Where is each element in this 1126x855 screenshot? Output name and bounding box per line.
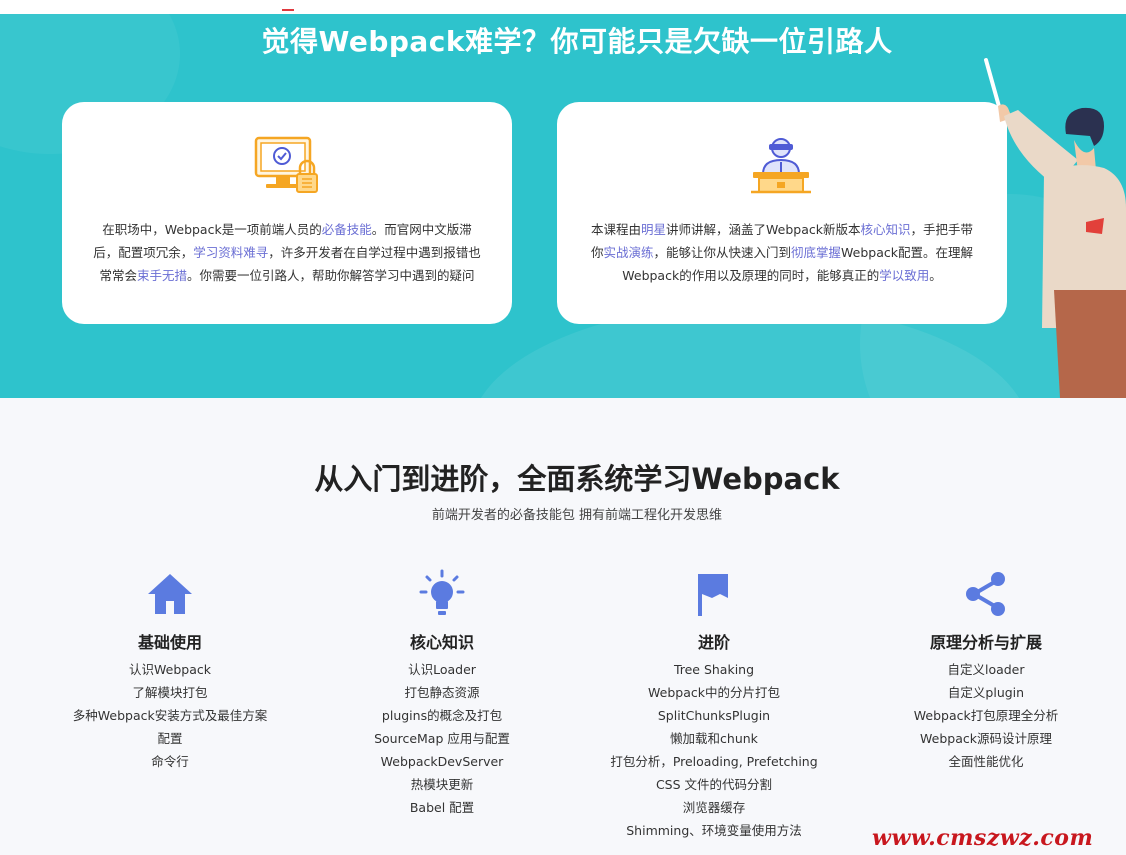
topic-item: 热模块更新 <box>410 777 474 792</box>
topic-item: 配置 <box>157 731 183 746</box>
top-bar <box>0 0 1126 14</box>
share-icon <box>966 572 1005 616</box>
home-icon <box>148 574 192 614</box>
topic-item: WebpackDevServer <box>380 754 504 769</box>
topic-list: Tree Shaking Webpack中的分片打包 SplitChunksPlug… <box>589 658 839 842</box>
topic-item: Webpack源码设计原理 <box>920 731 1052 746</box>
topic-item: 命令行 <box>151 754 189 769</box>
computer-lock-icon <box>254 136 318 193</box>
topic-item: 多种Webpack安装方式及最佳方案 <box>72 708 268 723</box>
body-text: 在职场中，Webpack是一项前端人员的 <box>102 222 322 237</box>
body-text: 本课程由 <box>590 222 641 237</box>
topic-item: Shimming、环境变量使用方法 <box>626 823 802 838</box>
column-title: 进阶 <box>697 633 730 652</box>
hero-title: 觉得Webpack难学？你可能只是欠缺一位引路人 <box>261 25 893 58</box>
topic-item: 全面性能优化 <box>948 754 1024 769</box>
topic-item: 认识Loader <box>408 662 476 677</box>
column-title: 核心知识 <box>409 633 474 652</box>
highlight-text: 明星 <box>641 222 667 237</box>
active-nav-indicator <box>282 9 294 11</box>
site-watermark: www.cmszwz.com <box>872 825 1094 851</box>
pain-point-text: 在职场中，Webpack是一项前端人员的必备技能。而官网中文版滞后，配置项冗余，… <box>90 218 484 287</box>
topic-item: plugins的概念及打包 <box>381 708 503 723</box>
lightbulb-icon <box>419 569 465 615</box>
body-text: 。 <box>929 268 942 283</box>
topic-item: SplitChunksPlugin <box>657 708 771 723</box>
body-text: 。你需要一位引路人，帮助你解答学习中遇到的疑问 <box>187 268 475 283</box>
topic-item: 自定义loader <box>947 662 1025 677</box>
topic-list: 自定义loader 自定义plugin Webpack打包原理全分析 Webpack源… <box>861 658 1111 773</box>
topic-item: 自定义plugin <box>947 685 1025 700</box>
highlight-text: 核心知识 <box>860 222 911 237</box>
curriculum-column-core: 核心知识 认识Loader 打包静态资源 plugins的概念及打包 SourceMa… <box>317 568 567 819</box>
curriculum-column-advanced: 进阶 Tree Shaking Webpack中的分片打包 SplitChunksP… <box>589 568 839 842</box>
topic-item: 浏览器缓存 <box>682 800 746 815</box>
topic-item: Webpack打包原理全分析 <box>913 708 1059 723</box>
topic-item: Tree Shaking <box>673 662 755 677</box>
column-title: 原理分析与扩展 <box>929 633 1042 652</box>
lecturer-podium-icon <box>751 138 811 194</box>
course-intro-text: 本课程由明星讲师讲解，涵盖了Webpack新版本核心知识，手把手带你实战演练，能… <box>585 218 979 287</box>
column-title: 基础使用 <box>137 633 202 652</box>
pain-point-card: 在职场中，Webpack是一项前端人员的必备技能。而官网中文版滞后，配置项冗余，… <box>62 102 512 324</box>
topic-item: SourceMap 应用与配置 <box>374 731 510 746</box>
course-intro-card: 本课程由明星讲师讲解，涵盖了Webpack新版本核心知识，手把手带你实战演练，能… <box>557 102 1007 324</box>
topic-item: 打包静态资源 <box>404 685 480 700</box>
body-text: ，能够让你从快速入门到 <box>653 245 792 260</box>
section-title: 从入门到进阶，全面系统学习Webpack <box>314 462 840 496</box>
highlight-text: 必备技能 <box>321 222 372 237</box>
hero-section: 觉得Webpack难学？你可能只是欠缺一位引路人 在职场中，Webpack是一项… <box>0 14 1126 398</box>
curriculum-column-principles: 原理分析与扩展 自定义loader 自定义plugin Webpack打包原理全分析… <box>861 568 1111 773</box>
topic-list: 认识Loader 打包静态资源 plugins的概念及打包 SourceMap 应用与… <box>317 658 567 819</box>
topic-list: 认识Webpack 了解模块打包多种Webpack安装方式及最佳方案 配置命令行 <box>45 658 295 773</box>
highlight-text: 实战演练 <box>603 245 654 260</box>
curriculum-column-basics: 基础使用 认识Webpack 了解模块打包多种Webpack安装方式及最佳方案 配置… <box>45 568 295 773</box>
topic-item: CSS 文件的代码分割 <box>655 777 773 792</box>
topic-item: 懒加载和chunk <box>670 731 758 746</box>
teacher-illustration <box>984 58 1126 398</box>
highlight-text: 学以致用 <box>879 268 930 283</box>
highlight-text: 束手无措 <box>136 268 187 283</box>
topic-item: Webpack中的分片打包 <box>648 685 780 700</box>
topic-item: 打包分析，Preloading, Prefetching <box>610 754 818 769</box>
flag-icon <box>698 574 728 616</box>
topic-item: 认识Webpack <box>129 662 211 677</box>
highlight-text: 学习资料难寻 <box>193 245 269 260</box>
section-subtitle: 前端开发者的必备技能包 拥有前端工程化开发思维 <box>431 508 723 523</box>
topic-item: 了解模块打包 <box>132 685 208 700</box>
topic-item: Babel 配置 <box>409 800 475 815</box>
highlight-text: 彻底掌握 <box>791 245 842 260</box>
body-text: 讲师讲解，涵盖了Webpack新版本 <box>666 222 861 237</box>
